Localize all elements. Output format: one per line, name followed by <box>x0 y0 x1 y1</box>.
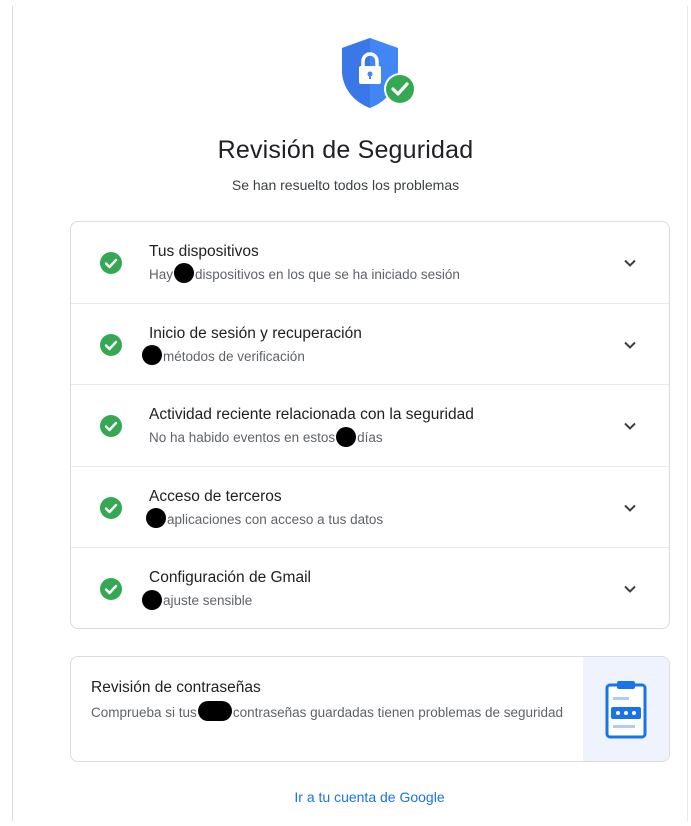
password-check-illustration <box>583 657 669 761</box>
check-circle-icon <box>100 333 122 356</box>
chevron-down-icon[interactable] <box>621 336 639 354</box>
password-check-card[interactable]: Revisión de contraseñas Comprueba si tus… <box>70 656 670 762</box>
redaction-mark <box>146 508 166 529</box>
item-signin-recovery[interactable]: Inicio de sesión y recuperación métodos … <box>71 304 669 386</box>
chevron-down-icon[interactable] <box>621 417 639 435</box>
password-check-title: Revisión de contraseñas <box>91 679 261 696</box>
chevron-down-icon[interactable] <box>621 254 639 272</box>
item-recent-activity[interactable]: Actividad reciente relacionada con la se… <box>71 385 669 467</box>
page-subtitle: Se han resuelto todos los problemas <box>231 177 460 193</box>
item-title: Inicio de sesión y recuperación <box>149 324 362 342</box>
chevron-down-icon[interactable] <box>621 580 639 598</box>
security-items-card: Tus dispositivos Hay dispositivos en los … <box>70 221 670 629</box>
item-title: Acceso de terceros <box>149 487 282 505</box>
page-title: Revisión de Seguridad <box>217 136 474 164</box>
redaction-mark <box>142 589 162 610</box>
item-third-party-access[interactable]: Acceso de terceros aplicaciones con acce… <box>71 467 669 549</box>
chevron-down-icon[interactable] <box>621 499 639 517</box>
item-title: Configuración de Gmail <box>149 569 311 587</box>
redaction-mark <box>336 426 357 447</box>
check-circle-icon <box>100 496 122 519</box>
item-subtitle: aplicaciones con acceso a tus datos <box>145 508 383 529</box>
item-devices[interactable]: Tus dispositivos Hay dispositivos en los … <box>71 222 669 304</box>
item-subtitle: ajuste sensible <box>141 589 252 610</box>
google-account-link[interactable]: Ir a tu cuenta de Google <box>0 789 691 805</box>
redaction-mark <box>197 701 232 722</box>
item-title: Actividad reciente relacionada con la se… <box>149 406 474 424</box>
check-circle-icon <box>100 415 122 438</box>
password-check-description: Comprueba si tus contraseñas guardadas ti… <box>91 701 566 723</box>
shield-lock-check-icon <box>338 36 418 110</box>
check-circle-icon <box>100 252 122 274</box>
check-circle-icon <box>100 578 122 601</box>
redaction-mark <box>142 345 162 366</box>
item-gmail-settings[interactable]: Configuración de Gmail ajuste sensible <box>71 548 669 628</box>
item-subtitle: No ha habido eventos en estos días <box>149 426 383 447</box>
item-title: Tus dispositivos <box>149 243 259 260</box>
item-subtitle: Hay dispositivos en los que se ha iniciad… <box>149 263 460 284</box>
clipboard-password-icon <box>605 681 647 739</box>
item-subtitle: métodos de verificación <box>141 345 305 366</box>
redaction-mark <box>174 263 195 284</box>
